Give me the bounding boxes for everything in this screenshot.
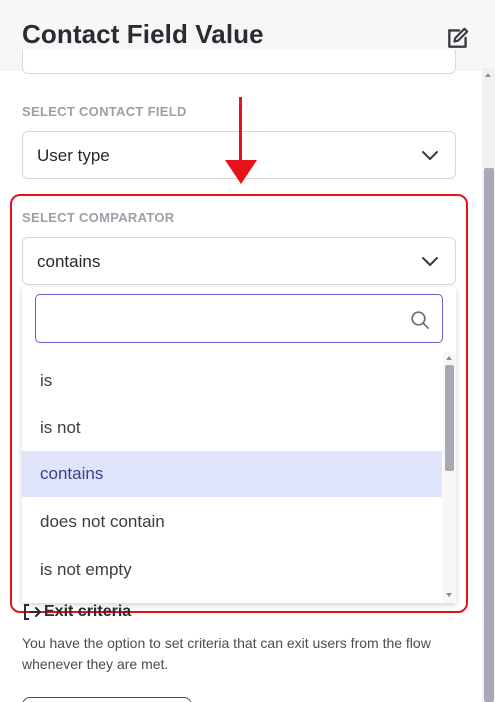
page-title: Contact Field Value [22,19,264,49]
chevron-down-icon [422,151,438,160]
page-scroll-up-arrow-icon[interactable] [485,73,491,77]
exit-criteria-heading: Exit criteria [44,603,132,620]
exit-arrow-icon [24,604,41,620]
annotation-highlight-box [10,194,468,613]
add-exit-criteria-button[interactable] [22,697,192,702]
exit-criteria-description: You have the option to set criteria that… [22,635,431,672]
contact-field-value: User type [37,146,110,165]
previous-input-field[interactable] [22,50,456,74]
annotation-arrow-shaft [239,97,242,163]
edit-icon[interactable] [445,25,471,51]
annotation-arrow-head-icon [225,160,257,184]
contact-field-label: SELECT CONTACT FIELD [22,104,187,119]
page-scrollbar-thumb[interactable] [484,168,494,702]
